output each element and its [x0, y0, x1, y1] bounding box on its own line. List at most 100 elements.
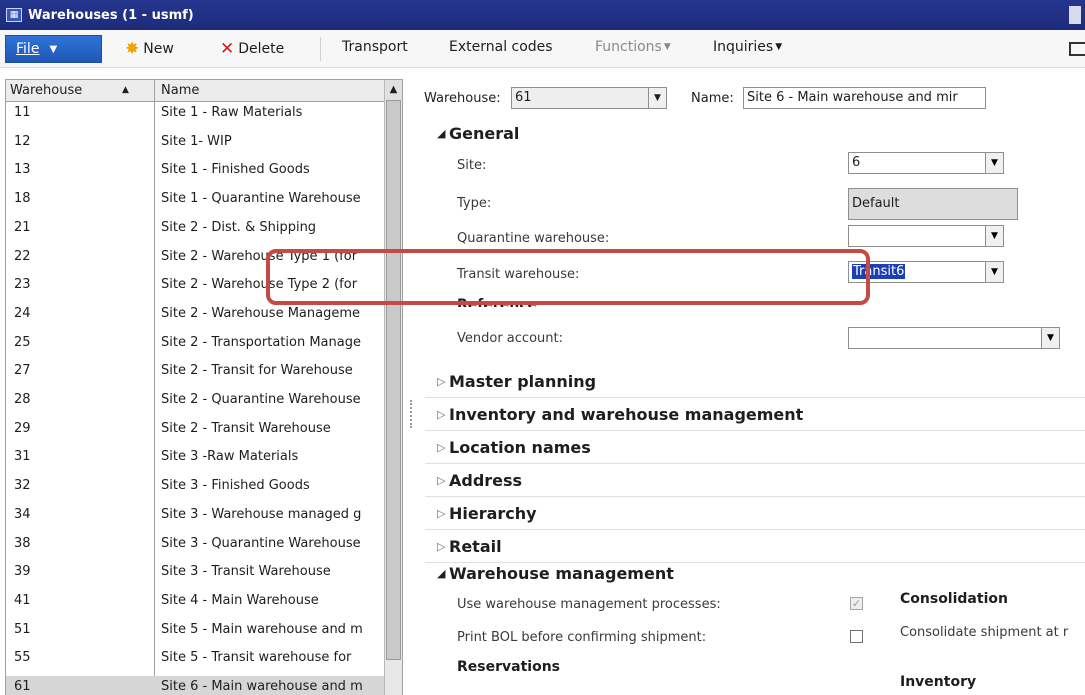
chevron-down-icon[interactable]: ▼ — [985, 226, 1003, 246]
file-button[interactable]: File ▼ — [5, 35, 102, 63]
warehouse-id-cell: 31 — [14, 449, 31, 465]
table-row[interactable]: 13 Site 1 - Finished Goods — [6, 159, 384, 188]
warehouse-name-cell: Site 3 - Quarantine Warehouse — [161, 535, 361, 551]
table-row[interactable]: 28 Site 2 - Quarantine Warehouse — [6, 389, 384, 418]
fasttab-inventory-warehouse-management[interactable]: ▷ Inventory and warehouse management — [425, 398, 1085, 431]
warehouse-field[interactable]: 61 ▼ — [511, 87, 667, 109]
fasttab-location-names[interactable]: ▷ Location names — [425, 431, 1085, 464]
scroll-up-icon[interactable]: ▲ — [385, 80, 402, 100]
minimize-button[interactable] — [1069, 6, 1081, 24]
window-title: Warehouses (1 - usmf) — [28, 7, 194, 23]
site-label: Site: — [457, 158, 487, 173]
type-field: Default — [848, 188, 1018, 220]
table-row[interactable]: 25 Site 2 - Transportation Manage — [6, 332, 384, 361]
table-row[interactable]: 51 Site 5 - Main warehouse and m — [6, 619, 384, 648]
table-row[interactable]: 18 Site 1 - Quarantine Warehouse — [6, 188, 384, 217]
warehouse-name-cell: Site 6 - Main warehouse and m — [161, 679, 363, 694]
warehouse-id-cell: 41 — [14, 592, 31, 608]
table-row[interactable]: 12 Site 1- WIP — [6, 131, 384, 160]
warehouse-name-cell: Site 1- WIP — [161, 133, 232, 149]
chevron-down-icon[interactable]: ▼ — [985, 262, 1003, 282]
expand-triangle-icon: ▷ — [437, 374, 446, 388]
print-bol-label: Print BOL before confirming shipment: — [457, 630, 707, 645]
scrollbar-thumb[interactable] — [386, 100, 401, 660]
warehouse-name-cell: Site 3 - Finished Goods — [161, 478, 310, 494]
toolbar-separator — [320, 37, 321, 61]
warehouse-id-cell: 24 — [14, 305, 31, 321]
table-row[interactable]: 34 Site 3 - Warehouse managed g — [6, 504, 384, 533]
name-field[interactable]: Site 6 - Main warehouse and mir — [743, 87, 986, 109]
fasttab-general[interactable]: ◢ General — [425, 117, 1085, 150]
warehouse-id-cell: 51 — [14, 621, 31, 637]
fasttab-warehouse-management[interactable]: ◢ Warehouse management — [425, 557, 1085, 590]
consolidate-shipment-label: Consolidate shipment at r — [900, 625, 1069, 640]
fasttab-master-planning[interactable]: ▷ Master planning — [425, 365, 1085, 398]
table-row[interactable]: 29 Site 2 - Transit Warehouse — [6, 418, 384, 447]
reference-heading: Reference — [457, 297, 538, 307]
quarantine-warehouse-field[interactable]: ▼ — [848, 225, 1004, 247]
expand-triangle-icon: ▷ — [437, 506, 446, 520]
chevron-down-icon[interactable]: ▼ — [985, 153, 1003, 173]
warehouse-id-cell: 27 — [14, 363, 31, 379]
pane-splitter[interactable] — [410, 400, 412, 428]
use-wm-processes-checkbox[interactable]: ✓ — [850, 597, 863, 610]
print-bol-checkbox[interactable] — [850, 630, 863, 643]
table-row[interactable]: 11 Site 1 - Raw Materials — [6, 102, 384, 131]
warehouse-name-cell: Site 1 - Raw Materials — [161, 105, 303, 120]
functions-menu[interactable]: Functions ▼ — [595, 39, 671, 55]
warehouse-name-cell: Site 4 - Main Warehouse — [161, 592, 319, 608]
expand-triangle-icon: ▷ — [437, 539, 446, 553]
warehouse-name-cell: Site 1 - Finished Goods — [161, 162, 310, 178]
table-row[interactable]: 24 Site 2 - Warehouse Manageme — [6, 303, 384, 332]
table-row[interactable]: 21 Site 2 - Dist. & Shipping — [6, 217, 384, 246]
warehouse-id-cell: 28 — [14, 392, 31, 407]
external-codes-button[interactable]: External codes — [449, 39, 553, 55]
table-row[interactable]: 31 Site 3 -Raw Materials — [6, 446, 384, 475]
table-row[interactable]: 32 Site 3 - Finished Goods — [6, 475, 384, 504]
transit-warehouse-field[interactable]: Transit6 ▼ — [848, 261, 1004, 283]
table-row[interactable]: 61 Site 6 - Main warehouse and m — [6, 676, 384, 695]
warehouse-id-cell: 61 — [14, 679, 31, 694]
table-row[interactable]: 41 Site 4 - Main Warehouse — [6, 590, 384, 619]
inquiries-menu[interactable]: Inquiries ▼ — [713, 39, 782, 55]
table-row[interactable]: 22 Site 2 - Warehouse Type 1 (for — [6, 246, 384, 275]
chevron-down-icon[interactable]: ▼ — [648, 88, 666, 108]
vendor-account-label: Vendor account: — [457, 331, 563, 346]
window-layout-icon[interactable] — [1069, 42, 1085, 56]
table-row[interactable]: 23 Site 2 - Warehouse Type 2 (for — [6, 274, 384, 303]
new-star-icon: ✸ — [125, 39, 140, 59]
fasttab-hierarchy[interactable]: ▷ Hierarchy — [425, 497, 1085, 530]
table-row[interactable]: 38 Site 3 - Quarantine Warehouse — [6, 533, 384, 562]
table-row[interactable]: 39 Site 3 - Transit Warehouse — [6, 561, 384, 590]
chevron-down-icon: ▼ — [775, 42, 783, 52]
collapse-triangle-icon: ◢ — [437, 567, 446, 580]
warehouse-id-cell: 22 — [14, 248, 31, 264]
column-header-warehouse[interactable]: Warehouse ▲ — [6, 80, 155, 101]
warehouse-grid: Warehouse ▲ Name 11 Site 1 - Raw Material… — [5, 79, 403, 695]
warehouse-id-cell: 13 — [14, 162, 31, 178]
warehouse-id-cell: 39 — [14, 564, 31, 580]
table-row[interactable]: 27 Site 2 - Transit for Warehouse — [6, 360, 384, 389]
title-bar: ▦ Warehouses (1 - usmf) — [0, 0, 1085, 30]
name-label: Name: — [691, 91, 734, 106]
warehouse-id-cell: 18 — [14, 191, 31, 207]
vendor-account-field[interactable]: ▼ — [848, 327, 1060, 349]
table-row[interactable]: 55 Site 5 - Transit warehouse for — [6, 647, 384, 676]
grid-scrollbar[interactable]: ▲ — [384, 80, 402, 695]
grid-header: Warehouse ▲ Name — [6, 80, 402, 102]
warehouse-name-cell: Site 2 - Transit Warehouse — [161, 420, 331, 436]
fasttab-address[interactable]: ▷ Address — [425, 464, 1085, 497]
column-header-name[interactable]: Name — [155, 80, 384, 101]
warehouse-name-cell: Site 2 - Dist. & Shipping — [161, 219, 317, 235]
quarantine-warehouse-label: Quarantine warehouse: — [457, 231, 610, 246]
new-button[interactable]: ✸ New — [125, 39, 174, 59]
warehouse-id-cell: 34 — [14, 506, 31, 522]
warehouse-id-cell: 12 — [14, 133, 31, 149]
chevron-down-icon[interactable]: ▼ — [1041, 328, 1059, 348]
warehouse-name-cell: Site 2 - Warehouse Type 1 (for — [161, 248, 358, 264]
site-field[interactable]: 6 ▼ — [848, 152, 1004, 174]
app-icon: ▦ — [6, 8, 22, 22]
transport-button[interactable]: Transport — [342, 39, 408, 55]
delete-button[interactable]: ✕ Delete — [220, 39, 284, 59]
warehouse-id-cell: 55 — [14, 650, 31, 666]
